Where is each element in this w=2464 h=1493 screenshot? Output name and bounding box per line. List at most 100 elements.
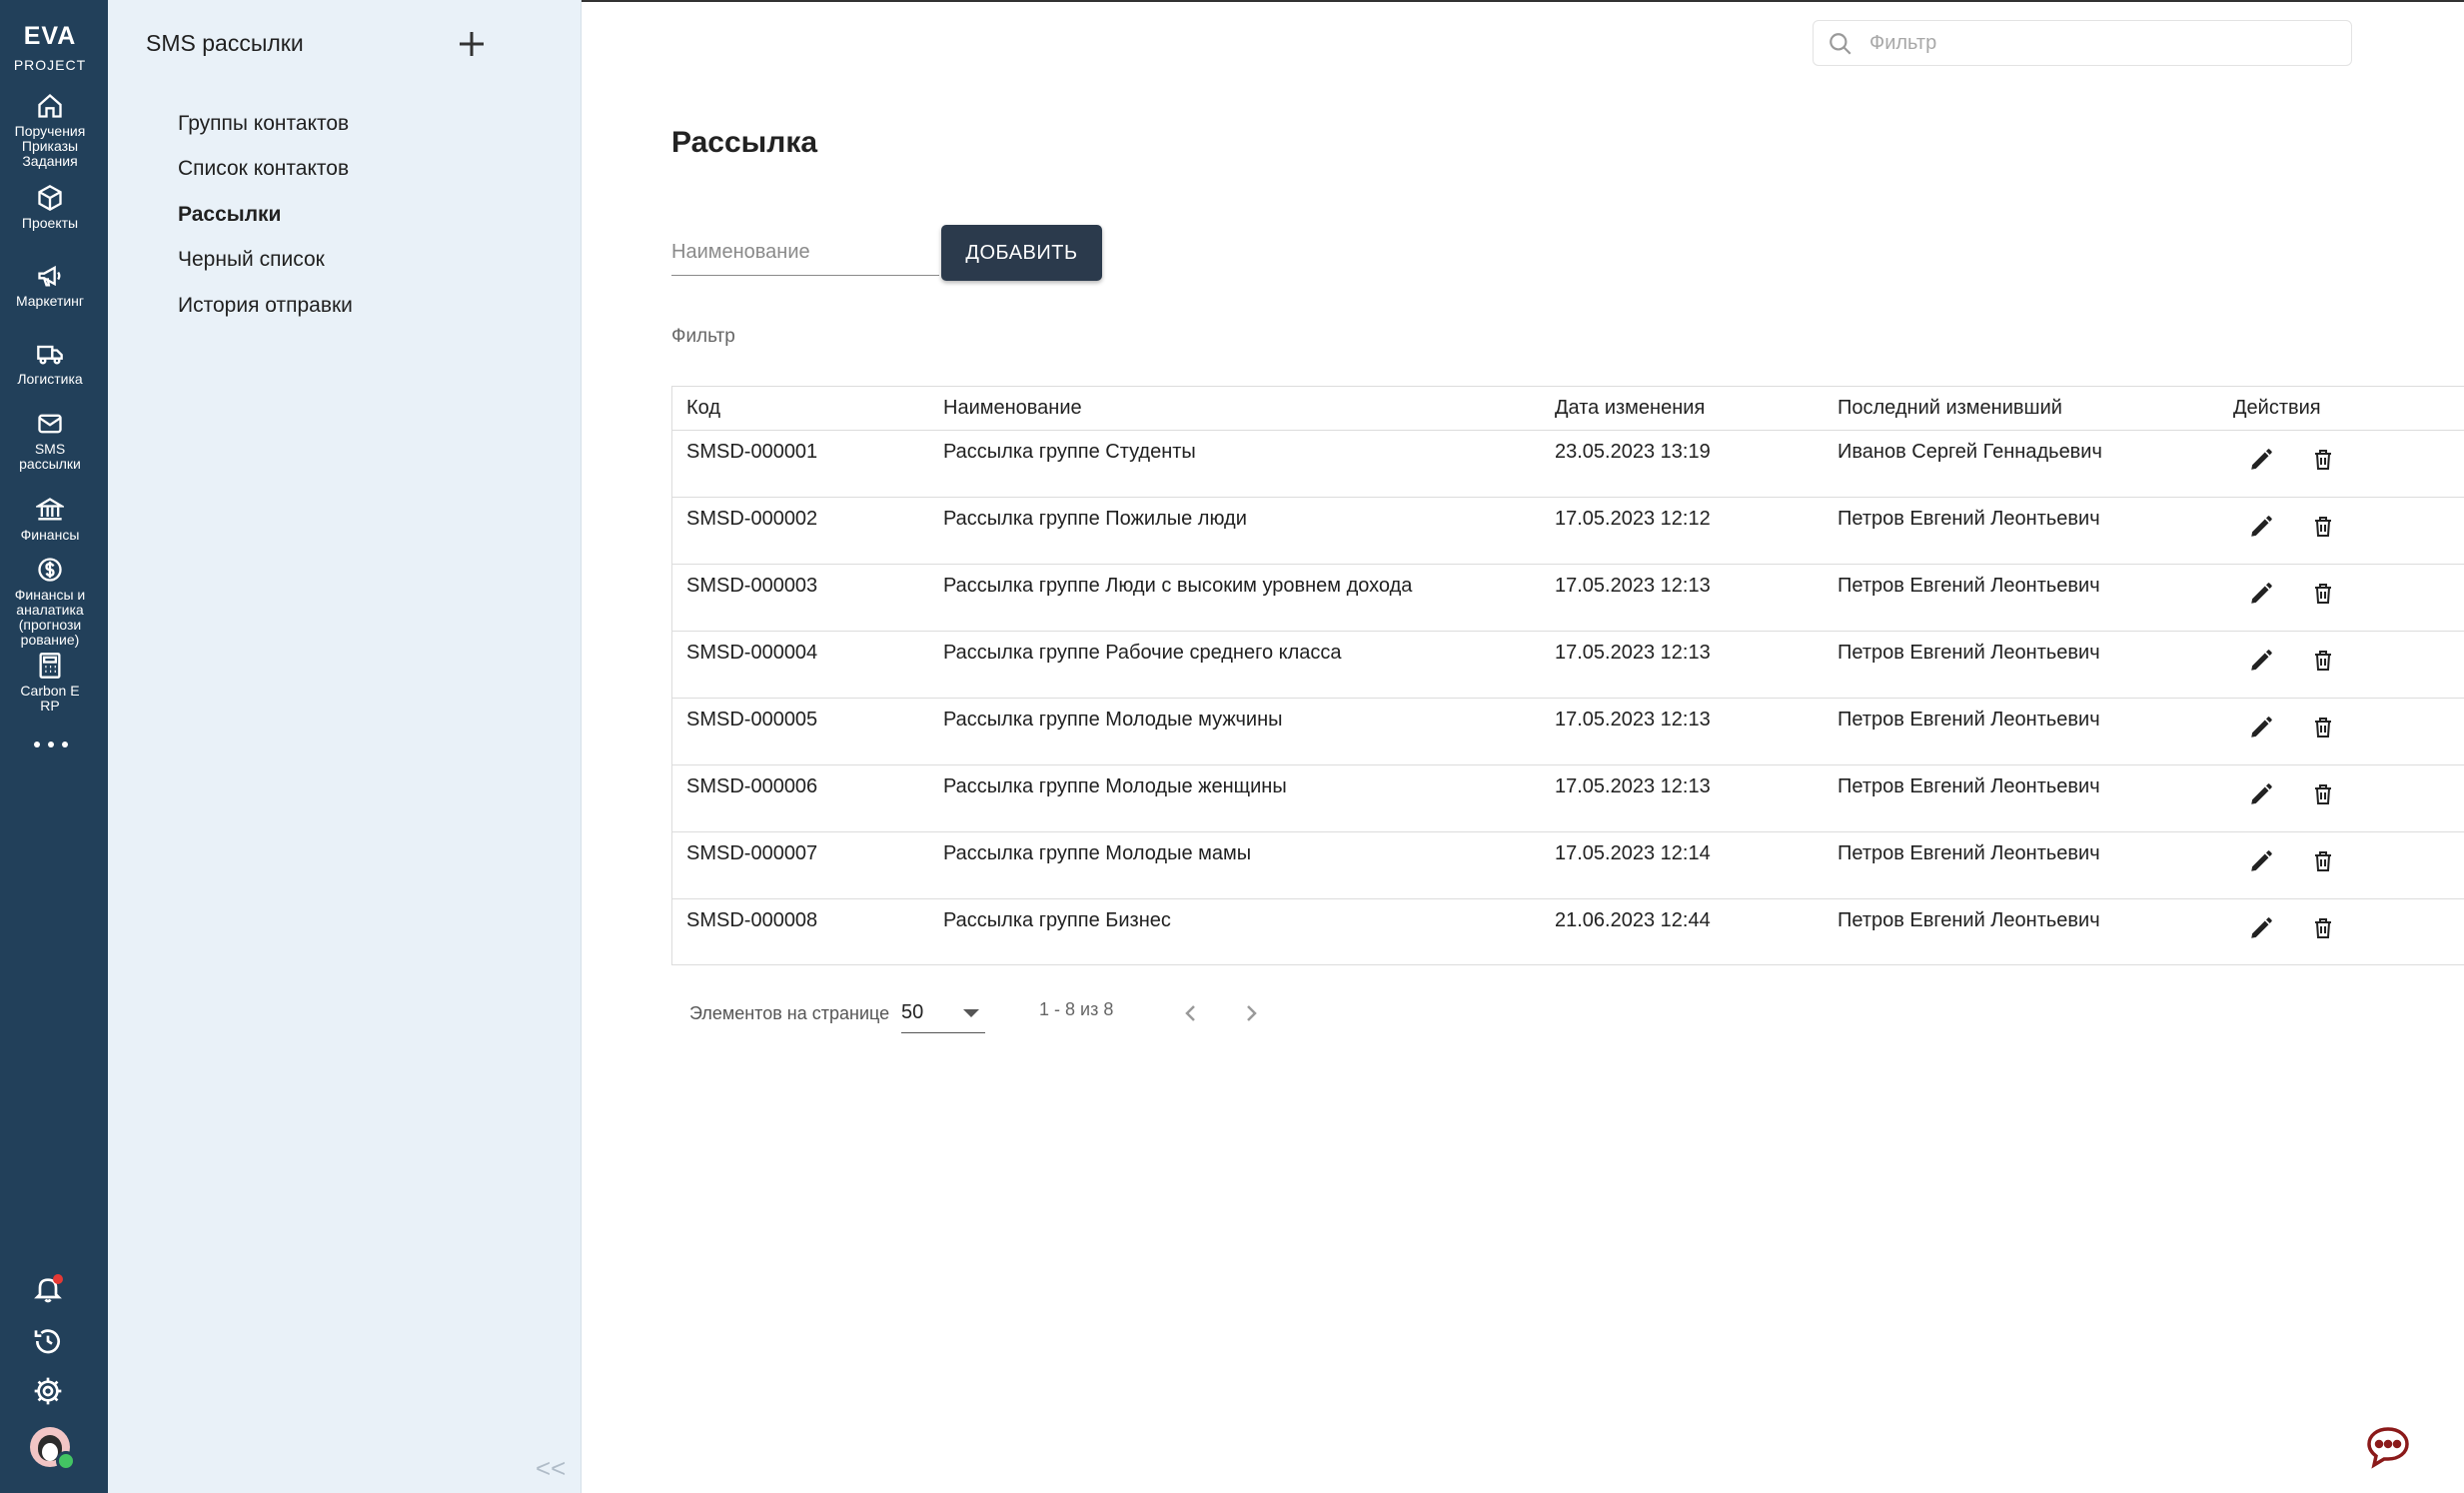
- sidebar-item-contact-list[interactable]: Список контактов: [178, 157, 349, 181]
- table-row[interactable]: SMSD-000001 Рассылка группе Студенты 23.05…: [672, 431, 2464, 498]
- delete-button[interactable]: [2305, 441, 2341, 477]
- cell-name: Рассылка группе Пожилые люди: [943, 508, 1247, 530]
- edit-button[interactable]: [2243, 709, 2279, 745]
- delete-button[interactable]: [2305, 642, 2341, 678]
- pencil-icon: [2251, 783, 2272, 804]
- rail-item-label: SMS рассылки: [19, 441, 81, 472]
- delete-button[interactable]: [2305, 909, 2341, 945]
- sidebar-item-mailings[interactable]: Рассылки: [178, 203, 281, 227]
- column-header-code[interactable]: Код: [686, 397, 720, 420]
- cell-date: 17.05.2023 12:13: [1555, 775, 1711, 797]
- brand-logo[interactable]: EVA PROJECT: [0, 22, 100, 73]
- column-header-modified-by[interactable]: Последний изменивший: [1838, 397, 2062, 420]
- cell-code: SMSD-000001: [686, 441, 818, 463]
- trash-icon: [2315, 517, 2331, 537]
- cell-modified-by: Петров Евгений Леонтьевич: [1838, 642, 2100, 664]
- page-range: 1 - 8 из 8: [1039, 999, 1114, 1019]
- table-row[interactable]: SMSD-000005 Рассылка группе Молодые мужчи…: [672, 699, 2464, 765]
- cell-code: SMSD-000003: [686, 575, 818, 597]
- megaphone-icon: [38, 265, 61, 287]
- column-header-name[interactable]: Наименование: [943, 397, 1082, 420]
- rail-item-label: Маркетинг: [15, 293, 85, 309]
- edit-button[interactable]: [2243, 508, 2279, 544]
- table-row[interactable]: SMSD-000006 Рассылка группе Молодые женщи…: [672, 765, 2464, 832]
- notification-badge: [53, 1274, 63, 1284]
- filter-toggle[interactable]: Фильтр: [671, 326, 735, 348]
- column-header-date[interactable]: Дата изменения: [1555, 397, 1705, 420]
- mail-icon: [38, 414, 62, 434]
- rail-item-label: Поручения Приказы Задания: [14, 123, 86, 169]
- pencil-icon: [2251, 516, 2272, 537]
- rail-item-finance-analytics[interactable]: Финансы и аналатика (прогнози рование): [0, 556, 100, 648]
- previous-page-button[interactable]: [1173, 995, 1209, 1031]
- page-size-select[interactable]: 50: [901, 995, 985, 1033]
- edit-button[interactable]: [2243, 441, 2279, 477]
- page-size-label: Элементов на странице: [689, 1003, 890, 1023]
- trash-icon: [2315, 851, 2331, 871]
- edit-button[interactable]: [2243, 909, 2279, 945]
- rail-item-tasks[interactable]: Поручения Приказы Задания: [0, 92, 100, 169]
- delete-button[interactable]: [2305, 842, 2341, 878]
- more-icon[interactable]: [34, 740, 68, 749]
- settings-button[interactable]: [28, 1375, 68, 1415]
- trash-icon: [2315, 584, 2331, 604]
- cell-modified-by: Петров Евгений Леонтьевич: [1838, 775, 2100, 797]
- pencil-icon: [2251, 583, 2272, 604]
- brand-line-1: EVA: [23, 22, 77, 50]
- mailings-table: Код Наименование Дата изменения Последни…: [671, 386, 2464, 965]
- rail-item-label: Финансы: [20, 527, 80, 543]
- table-row[interactable]: SMSD-000002 Рассылка группе Пожилые люди 1…: [672, 498, 2464, 565]
- edit-button[interactable]: [2243, 642, 2279, 678]
- name-field: [671, 236, 939, 276]
- brand-line-2: PROJECT: [13, 57, 87, 73]
- table-row[interactable]: SMSD-000007 Рассылка группе Молодые мамы 1…: [672, 832, 2464, 899]
- sidebar-item-blacklist[interactable]: Черный список: [178, 248, 325, 272]
- cell-code: SMSD-000005: [686, 709, 818, 731]
- delete-button[interactable]: [2305, 709, 2341, 745]
- delete-button[interactable]: [2305, 775, 2341, 811]
- delete-button[interactable]: [2305, 575, 2341, 611]
- history-button[interactable]: [28, 1325, 68, 1365]
- rail-item-sms[interactable]: SMS рассылки: [0, 410, 100, 472]
- cell-code: SMSD-000007: [686, 842, 818, 864]
- cell-name: Рассылка группе Молодые мамы: [943, 842, 1252, 864]
- column-header-actions: Действия: [2233, 397, 2321, 419]
- sidebar-item-send-history[interactable]: История отправки: [178, 294, 353, 318]
- cell-date: 23.05.2023 13:19: [1555, 441, 1711, 463]
- rail-item-carbon-erp[interactable]: Carbon E RP: [0, 652, 100, 714]
- notifications-button[interactable]: [28, 1273, 68, 1313]
- sidebar-item-contact-groups[interactable]: Группы контактов: [178, 112, 349, 136]
- collapse-sidebar-button[interactable]: <<: [536, 1453, 566, 1484]
- chat-button[interactable]: [2364, 1423, 2412, 1471]
- plus-icon: [460, 32, 484, 56]
- cell-date: 17.05.2023 12:14: [1555, 842, 1711, 864]
- add-mailing-button[interactable]: ДОБАВИТЬ: [941, 225, 1102, 281]
- edit-button[interactable]: [2243, 575, 2279, 611]
- cell-modified-by: Иванов Сергей Геннадьевич: [1838, 441, 2102, 463]
- pencil-icon: [2251, 449, 2272, 470]
- rail-item-marketing[interactable]: Маркетинг: [0, 262, 100, 309]
- edit-button[interactable]: [2243, 775, 2279, 811]
- cell-date: 17.05.2023 12:13: [1555, 709, 1711, 731]
- table-row[interactable]: SMSD-000004 Рассылка группе Рабочие средн…: [672, 632, 2464, 699]
- rail-item-projects[interactable]: Проекты: [0, 184, 100, 231]
- next-page-button[interactable]: [1233, 995, 1269, 1031]
- module-sidebar: SMS рассылки Группы контактов Список кон…: [108, 0, 582, 1493]
- cell-modified-by: Петров Евгений Леонтьевич: [1838, 709, 2100, 731]
- table-row[interactable]: SMSD-000003 Рассылка группе Люди с высоки…: [672, 565, 2464, 632]
- rail-item-finance[interactable]: Финансы: [0, 496, 100, 543]
- add-button[interactable]: [454, 26, 490, 62]
- search-icon: [1830, 33, 1851, 55]
- search-input[interactable]: [1869, 29, 2329, 57]
- cell-code: SMSD-000008: [686, 909, 818, 931]
- gear-icon: [34, 1377, 62, 1405]
- truck-icon: [37, 345, 63, 365]
- delete-button[interactable]: [2305, 508, 2341, 544]
- chevron-right-icon: [1247, 1005, 1257, 1021]
- edit-button[interactable]: [2243, 842, 2279, 878]
- rail-item-logistics[interactable]: Логистика: [0, 340, 100, 387]
- table-row[interactable]: SMSD-000008 Рассылка группе Бизнес 21.06.2…: [672, 899, 2464, 966]
- name-input[interactable]: [671, 236, 939, 268]
- rail-item-label: Проекты: [21, 215, 79, 231]
- chevron-down-icon: [963, 1009, 979, 1017]
